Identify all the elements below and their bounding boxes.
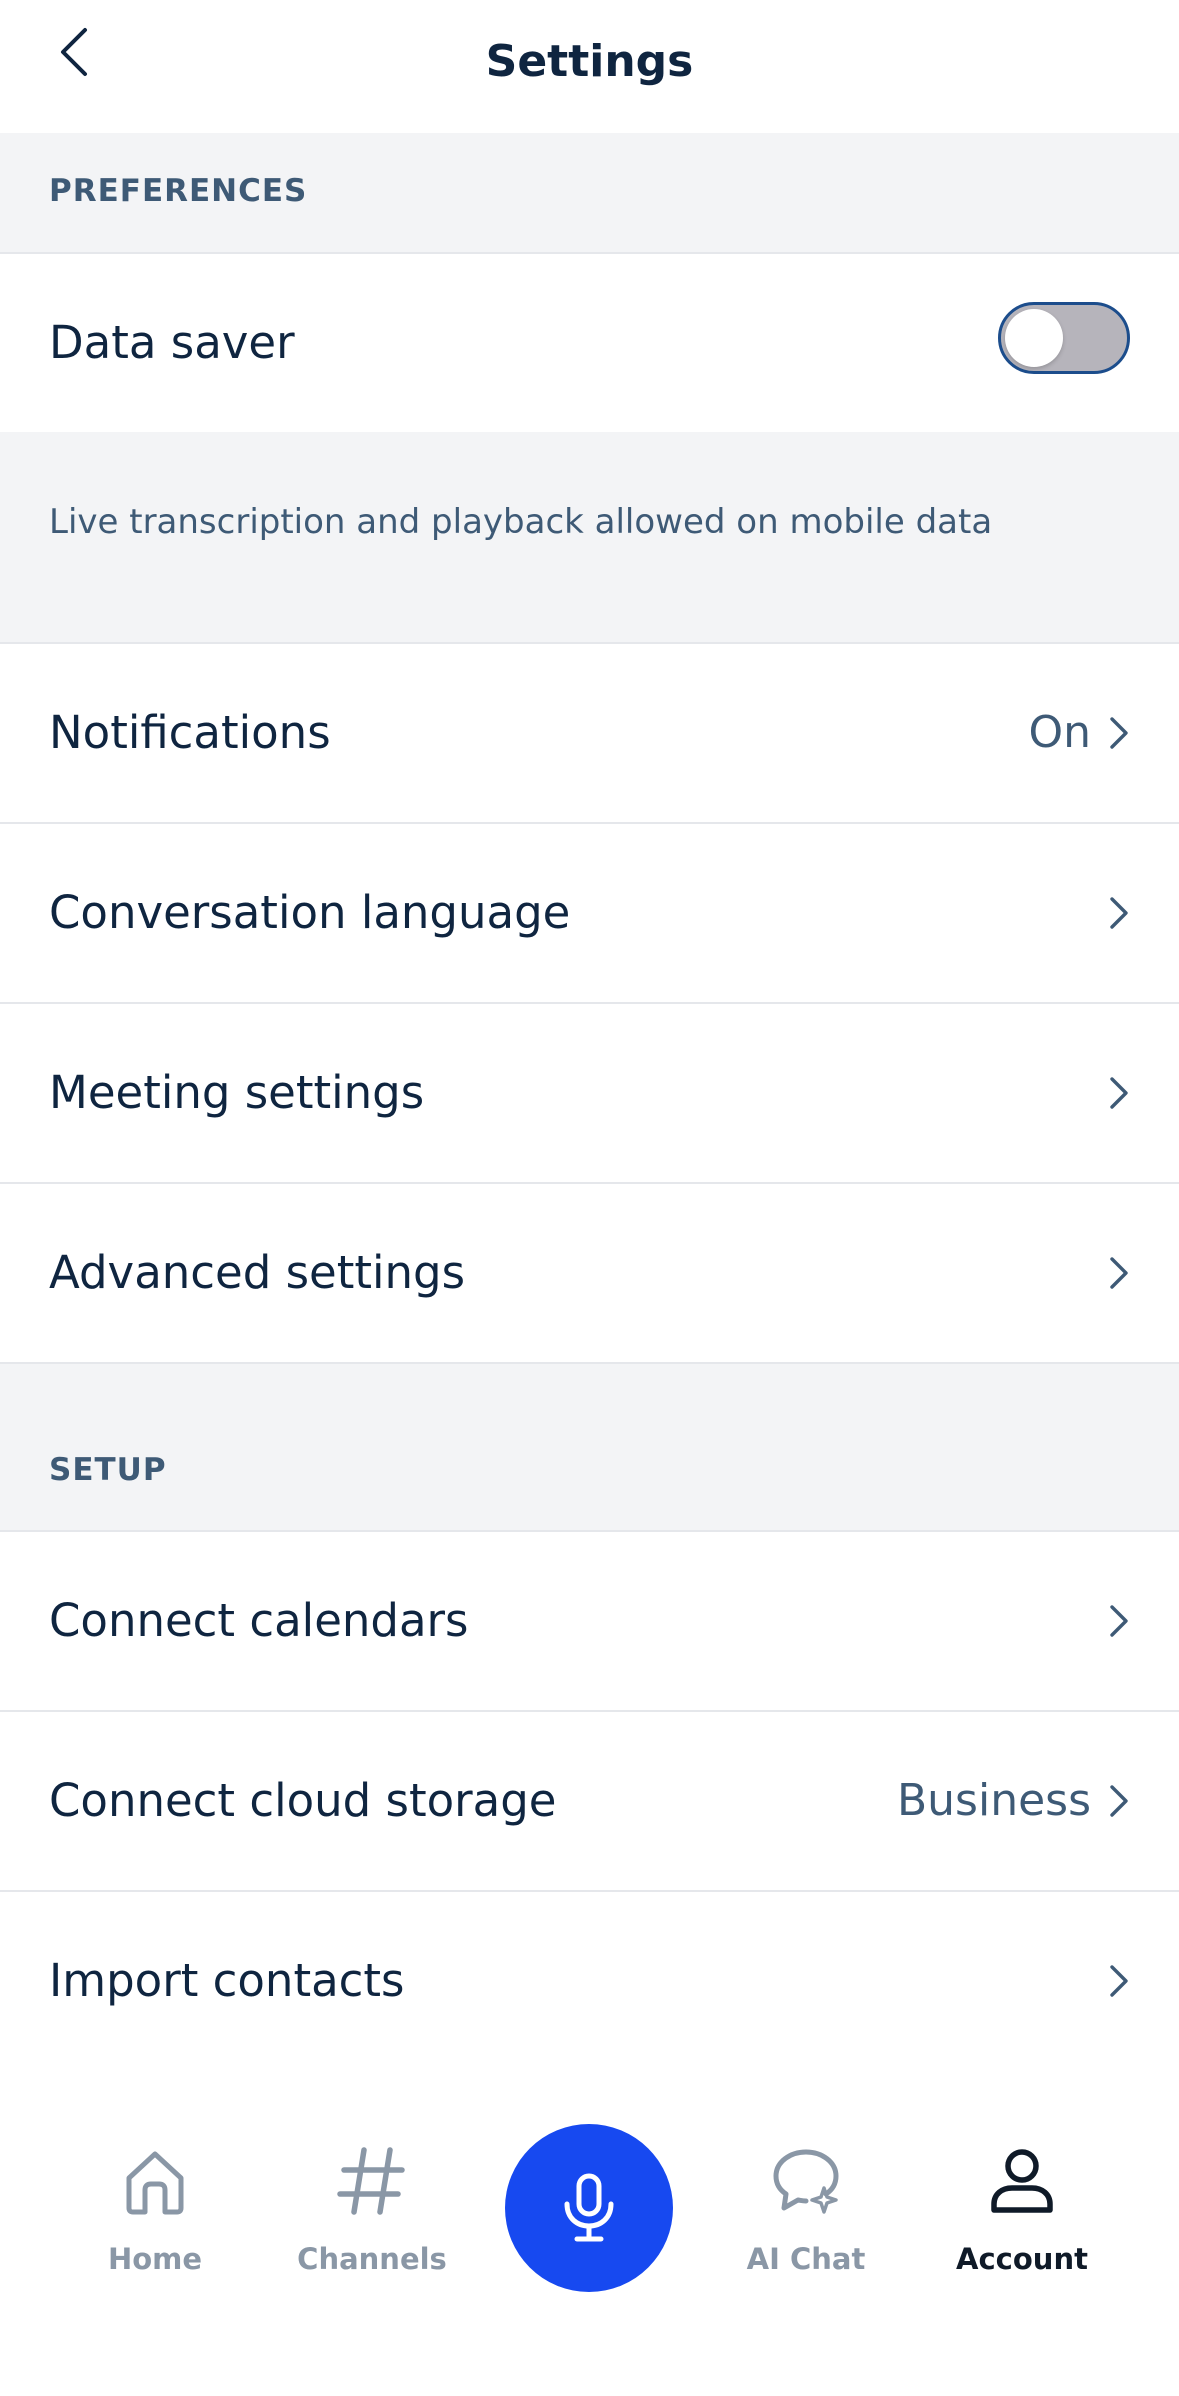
chevron-right-icon <box>1110 1257 1128 1289</box>
chat-sparkle-icon <box>773 2149 839 2214</box>
tab-account[interactable]: Account <box>922 2068 1122 2276</box>
row-label: Advanced settings <box>49 1246 466 1299</box>
chevron-right-icon <box>1110 897 1128 929</box>
tab-label: AI Chat <box>746 2242 866 2276</box>
section-header-setup: SETUP <box>0 1364 1179 1532</box>
row-label: Notifications <box>49 706 331 759</box>
chevron-right-icon <box>1110 717 1128 749</box>
section-label: PREFERENCES <box>49 173 308 209</box>
advanced-settings-row[interactable]: Advanced settings <box>0 1184 1179 1364</box>
page-title: Settings <box>485 36 694 87</box>
row-label: Connect calendars <box>49 1594 469 1647</box>
top-bar: Settings <box>0 0 1179 133</box>
connect-calendars-row[interactable]: Connect calendars <box>0 1532 1179 1712</box>
home-icon <box>126 2151 184 2215</box>
data-saver-row: Data saver <box>0 254 1179 434</box>
person-icon <box>991 2149 1053 2213</box>
toggle-knob <box>1005 309 1063 367</box>
row-label: Connect cloud storage <box>49 1774 557 1827</box>
hash-icon <box>337 2147 405 2215</box>
meeting-settings-row[interactable]: Meeting settings <box>0 1004 1179 1184</box>
conversation-language-row[interactable]: Conversation language <box>0 824 1179 1004</box>
row-label: Import contacts <box>49 1954 405 2007</box>
hint-text: Live transcription and playback allowed … <box>49 502 993 542</box>
row-label: Data saver <box>49 316 295 369</box>
row-label: Conversation language <box>49 886 571 939</box>
section-label: SETUP <box>49 1452 167 1488</box>
tab-channels[interactable]: Channels <box>272 2068 472 2276</box>
data-saver-hint: Live transcription and playback allowed … <box>0 432 1179 644</box>
tab-label: Home <box>107 2242 203 2276</box>
notifications-row[interactable]: Notifications On <box>0 644 1179 824</box>
tab-label: Account <box>956 2242 1088 2276</box>
row-value: On <box>1028 707 1091 758</box>
chevron-right-icon <box>1110 1077 1128 1109</box>
row-label: Meeting settings <box>49 1066 425 1119</box>
tab-ai-chat[interactable]: AI Chat <box>706 2068 906 2276</box>
chevron-right-icon <box>1110 1605 1128 1637</box>
tab-label: Channels <box>297 2242 447 2276</box>
data-saver-toggle[interactable] <box>998 302 1130 374</box>
import-contacts-row[interactable]: Import contacts <box>0 1892 1179 2072</box>
tab-home[interactable]: Home <box>55 2068 255 2276</box>
connect-cloud-storage-row[interactable]: Connect cloud storage Business <box>0 1712 1179 1892</box>
section-header-preferences: PREFERENCES <box>0 133 1179 254</box>
chevron-right-icon <box>1110 1965 1128 1997</box>
microphone-icon <box>564 2173 614 2242</box>
record-button[interactable] <box>505 2124 673 2292</box>
row-value: Business <box>896 1775 1091 1826</box>
chevron-right-icon <box>1110 1785 1128 1817</box>
